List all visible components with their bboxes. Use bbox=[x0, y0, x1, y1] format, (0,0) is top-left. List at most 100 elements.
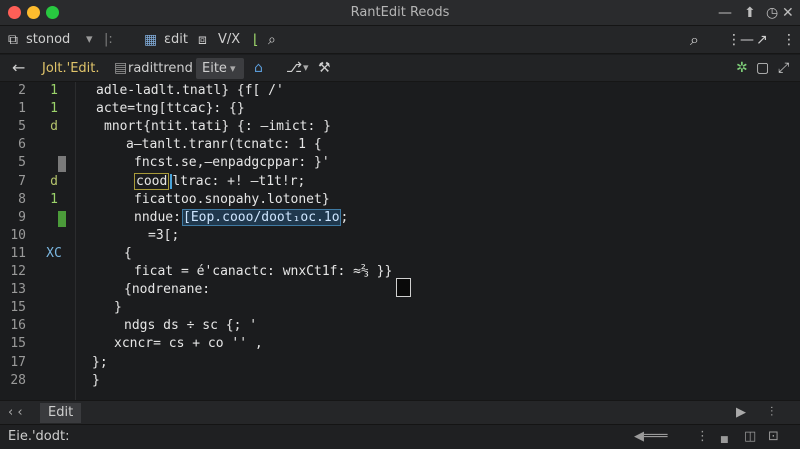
search-right-icon[interactable]: ⌕ bbox=[690, 31, 699, 49]
tools-icon[interactable]: ⚒ bbox=[318, 59, 331, 77]
line-number: 8 bbox=[18, 191, 26, 207]
status-bar: Eie.'dodt: ◀═══ ⋮ ■ ◫ ⊡ bbox=[0, 424, 800, 449]
text-selection[interactable]: [Eop.cooo/doot₁oc.1o bbox=[182, 208, 341, 226]
nav-left-icon[interactable]: ‹ ‹ bbox=[8, 405, 23, 421]
code-line[interactable]: =3[; bbox=[148, 228, 179, 243]
branch-icon[interactable]: ⎇ bbox=[286, 59, 302, 77]
box-icon[interactable]: ⧈ bbox=[198, 31, 207, 49]
minimize-icon[interactable]: — bbox=[718, 4, 732, 22]
dash-icon[interactable]: — bbox=[740, 31, 754, 49]
code-line[interactable]: fncst.se,—enpadgcppar: }' bbox=[134, 155, 330, 170]
line-number: 15 bbox=[10, 300, 26, 316]
project-select[interactable]: stonod bbox=[26, 32, 70, 48]
mode-label: Eite bbox=[202, 61, 227, 76]
token-trac[interactable]: ltrac bbox=[170, 173, 212, 189]
line-number: 13 bbox=[10, 282, 26, 298]
token-trac-tail: : +! —t1t!r; bbox=[211, 173, 306, 189]
line-number: 1 bbox=[18, 101, 26, 117]
line-number: 5 bbox=[18, 155, 26, 171]
code-line[interactable]: } bbox=[92, 373, 100, 388]
change-indicator bbox=[58, 156, 66, 173]
gutter-marker[interactable]: XC bbox=[40, 246, 68, 261]
split-icon[interactable]: ◫ bbox=[744, 429, 756, 445]
file-path[interactable]: radittrend bbox=[128, 61, 193, 77]
selection-line[interactable]: [Eop.cooo/doot₁oc.1o; bbox=[182, 208, 349, 226]
close-icon[interactable]: ✕ bbox=[782, 4, 794, 22]
extension-label[interactable]: V/X bbox=[218, 32, 240, 48]
kebab-icon[interactable]: ⋮ bbox=[696, 429, 709, 445]
grid-icon[interactable]: ▦ bbox=[144, 31, 157, 49]
code-line[interactable]: a—tanlt.tranr(tcnatc: 1 { bbox=[126, 137, 322, 152]
code-line[interactable]: nndue: bbox=[134, 210, 181, 225]
back-nav-icon[interactable]: ◀═══ bbox=[634, 429, 667, 445]
line-number: 10 bbox=[10, 227, 26, 243]
line-number: 17 bbox=[10, 354, 26, 370]
back-arrow-icon[interactable]: ← bbox=[12, 59, 25, 77]
code-line[interactable]: acte=tng[ttcac}: {} bbox=[96, 101, 245, 116]
code-line[interactable]: mnort{ntit.tati} {: —imict: } bbox=[104, 119, 331, 134]
change-indicator bbox=[58, 210, 66, 227]
panel-icon[interactable]: ⊡ bbox=[768, 429, 779, 445]
gutter-marker[interactable]: d bbox=[40, 119, 68, 134]
line-gutter: 2 1 5 6 5 7 8 9 10 11 12 13 15 16 15 17 28 1 1 d d 1 XC bbox=[0, 82, 76, 400]
line-number: 9 bbox=[18, 209, 26, 225]
edit-label[interactable]: ɛdit bbox=[164, 32, 188, 48]
line-number: 5 bbox=[18, 119, 26, 135]
line-number: 12 bbox=[10, 264, 26, 279]
play-icon[interactable]: ▶ bbox=[736, 405, 746, 421]
line-number: 16 bbox=[10, 318, 26, 334]
code-line[interactable]: ndgs ds ÷ sc {; ' bbox=[124, 318, 257, 333]
line-number: 6 bbox=[18, 137, 26, 153]
line-number: 15 bbox=[10, 336, 26, 352]
window-icon[interactable]: ⧉ bbox=[8, 31, 18, 49]
main-toolbar: ⧉ stonod ▾ |: ▦ ɛdit ⧈ V/X ⌊ ⌕ ⌕ ⋮ — ↗ ⋮ bbox=[0, 26, 800, 54]
ruler-icon[interactable]: ⌊ bbox=[253, 31, 258, 49]
code-line[interactable]: xcncr= cs + co '' , bbox=[114, 336, 263, 351]
file-label[interactable]: Jolt.'Edit. bbox=[42, 61, 100, 77]
code-line[interactable]: ficattoo.snopahy.lotonet} bbox=[134, 192, 330, 207]
mode-select[interactable]: Eite ▾ bbox=[196, 58, 244, 79]
line-number: 11 bbox=[10, 245, 26, 261]
project-chevron-icon[interactable]: ▾ bbox=[86, 32, 93, 48]
more-icon[interactable]: ⋮ bbox=[782, 31, 796, 49]
code-line[interactable]: adle-ladlt.tnatl} {f[ /' bbox=[96, 83, 284, 98]
line-number: 2 bbox=[18, 83, 26, 98]
menu-dots-icon[interactable]: ⋮ bbox=[727, 31, 741, 49]
tools-right-icon[interactable]: ⫶ bbox=[770, 405, 773, 421]
gutter-marker[interactable]: 1 bbox=[40, 192, 68, 207]
status-text: Eie.'dodt: bbox=[8, 429, 70, 444]
code-line[interactable]: ficat = é'canactc: wnxCt1f: ≈⅔ }} bbox=[134, 264, 392, 279]
frame-icon[interactable]: ▢ bbox=[756, 59, 769, 77]
code-line[interactable]: { bbox=[124, 246, 132, 261]
gutter-marker[interactable]: d bbox=[40, 174, 68, 189]
window-title: RantEdit Reods bbox=[350, 5, 450, 20]
mode-chevron-icon: ▾ bbox=[230, 62, 236, 75]
clock-icon[interactable]: ◷ bbox=[766, 4, 778, 22]
file-toolbar: ← Jolt.'Edit. ▤ radittrend Eite ▾ ⌂ ⎇ ▾ … bbox=[0, 55, 800, 82]
fullscreen-icon[interactable]: ⬆ bbox=[744, 4, 756, 22]
home-icon[interactable]: ⌂ bbox=[254, 59, 263, 77]
pen-icon[interactable]: ↗ bbox=[756, 31, 768, 49]
file-icon: ▤ bbox=[114, 60, 128, 76]
line-number: 28 bbox=[10, 372, 26, 388]
token-coodl[interactable]: cood bbox=[134, 172, 170, 190]
bug-icon[interactable]: ✲ bbox=[736, 59, 748, 77]
tab-edit[interactable]: Edit bbox=[40, 403, 82, 423]
code-line[interactable]: }; bbox=[92, 355, 108, 370]
code-line[interactable]: {nodrenane: bbox=[124, 282, 210, 297]
bottom-bar: ‹ ‹ Edit ▶ ⫶ bbox=[0, 400, 800, 424]
selection-tail: ; bbox=[340, 209, 349, 225]
gutter-marker[interactable]: 1 bbox=[40, 101, 68, 116]
expand-icon[interactable]: ⤢ bbox=[778, 59, 789, 77]
gutter-marker[interactable]: 1 bbox=[40, 83, 68, 98]
branch-chevron-icon[interactable]: ▾ bbox=[303, 59, 309, 77]
code-line[interactable]: } bbox=[114, 300, 122, 315]
title-bar: RantEdit Reods — ⬆ ◷ ✕ bbox=[0, 0, 800, 26]
search-icon[interactable]: ⌕ bbox=[268, 31, 276, 49]
toolbar-separator: |: bbox=[104, 32, 113, 47]
text-cursor bbox=[396, 278, 411, 297]
code-editor[interactable]: 2 1 5 6 5 7 8 9 10 11 12 13 15 16 15 17 28 1 1 d d 1 XC adle-l… bbox=[0, 82, 800, 400]
code-line-tokens[interactable]: cood ltrac: +! —t1t!r; bbox=[134, 172, 306, 190]
line-number: 7 bbox=[18, 173, 26, 189]
stop-icon[interactable]: ■ bbox=[720, 432, 729, 448]
